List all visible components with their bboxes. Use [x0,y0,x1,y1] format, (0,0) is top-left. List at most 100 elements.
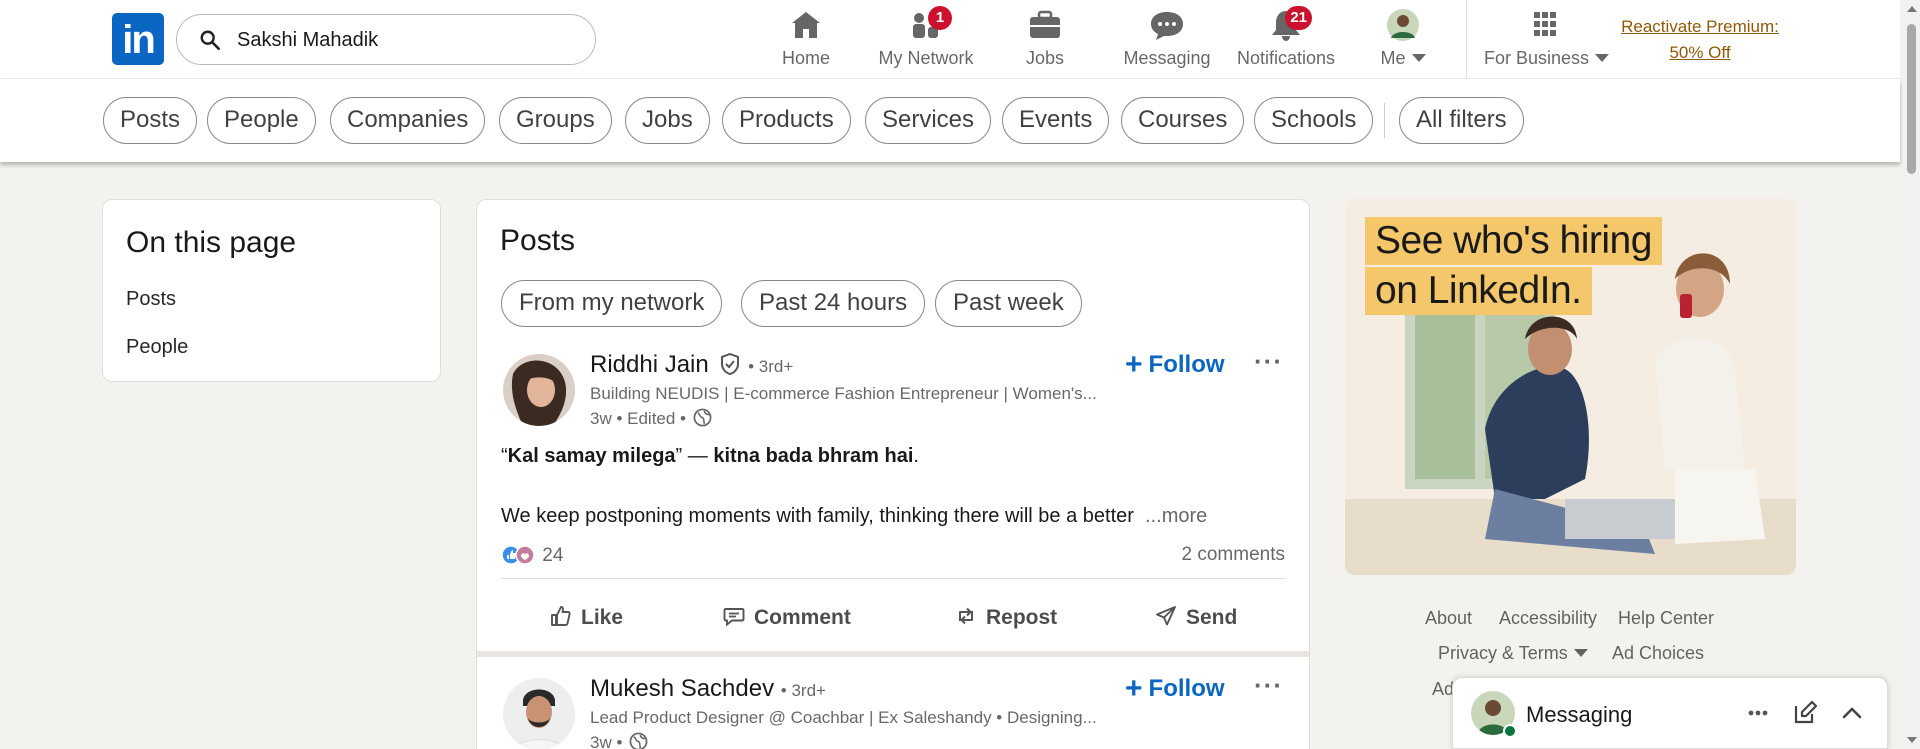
linkedin-logo[interactable]: in [112,13,164,65]
post-meta: 3w • Edited • [590,408,712,429]
network-icon: 1 [906,6,952,42]
notifications-badge: 21 [1285,6,1312,30]
ad-banner[interactable]: See who's hiring on LinkedIn. [1345,199,1796,575]
filter-jobs[interactable]: Jobs [625,97,710,144]
nav-my-network-label: My Network [878,48,974,68]
nav-messaging-label: Messaging [1123,48,1211,68]
online-status-indicator [1503,724,1517,738]
ad-headline-1: See who's hiring [1365,217,1662,265]
chevron-down-icon [1573,649,1588,657]
avatar [1383,8,1423,42]
nav-for-business-label: For Business [1484,48,1610,69]
post-more-options-icon[interactable]: ··· [1254,346,1283,377]
comment-icon [723,608,745,627]
post-degree: • 3rd+ [780,681,826,700]
subfilter-from-my-network[interactable]: From my network [501,280,723,327]
filter-services[interactable]: Services [865,97,992,144]
nav-divider [1466,0,1467,79]
like-button[interactable]: Like [549,604,623,630]
reactions-summary[interactable]: 24 [501,544,563,567]
home-icon [786,8,826,42]
subfilter-past-week[interactable]: Past week [935,280,1082,327]
reactivate-premium-link[interactable]: Reactivate Premium: 50% Off [1610,14,1790,66]
filter-divider [1384,103,1385,138]
filter-products[interactable]: Products [722,97,851,144]
nav-notifications-label: Notifications [1236,48,1336,68]
post-divider [501,578,1287,579]
messaging-icon [1147,8,1187,42]
nav-jobs[interactable]: Jobs [1022,8,1068,72]
nav-jobs-label: Jobs [1025,48,1065,68]
ad-headline-2: on LinkedIn. [1365,267,1592,315]
footer-help-center[interactable]: Help Center [1618,608,1714,629]
post-author-headline: Lead Product Designer @ Coachbar | Ex Sa… [590,708,1097,727]
on-this-page-title: On this page [126,226,297,259]
post-more-options-icon[interactable]: ··· [1254,670,1283,701]
compose-icon[interactable] [1790,698,1820,728]
bell-icon: 21 [1266,6,1312,42]
nav-home[interactable]: Home [773,8,839,72]
scrollbar-thumb[interactable] [1907,24,1916,174]
messaging-title: Messaging [1526,702,1633,727]
post-author-name[interactable]: Riddhi Jain • 3rd+ [590,351,793,379]
post-text-line-1: “Kal samay milega” — kitna bada bhram ha… [501,445,919,467]
toc-link-people[interactable]: People [126,336,188,359]
footer-ad-choices[interactable]: Ad Choices [1612,643,1704,664]
footer-accessibility[interactable]: Accessibility [1499,608,1597,629]
nav-notifications[interactable]: 21 Notifications [1235,6,1337,72]
global-nav: in Home 1 My Network [0,0,1900,79]
send-icon [1156,606,1176,626]
post-author-avatar[interactable] [503,354,575,426]
on-this-page-card: On this page Posts People [102,199,441,382]
like-icon [551,606,571,626]
scroll-down-arrow[interactable] [1907,737,1917,743]
follow-button[interactable]: + Follow [1125,348,1225,382]
post-author-avatar[interactable] [503,678,575,749]
footer-advertising[interactable]: Ad [1432,679,1454,700]
filter-events[interactable]: Events [1002,97,1110,144]
search-bar[interactable] [176,14,596,65]
post-degree: • 3rd+ [748,357,794,376]
see-more-link[interactable]: ...more [1145,505,1207,527]
nav-messaging[interactable]: Messaging [1121,8,1213,72]
filter-courses[interactable]: Courses [1121,97,1245,144]
plus-icon: + [1125,672,1143,705]
nav-me[interactable]: Me [1375,8,1431,72]
nav-my-network[interactable]: 1 My Network [874,6,978,72]
toc-link-posts[interactable]: Posts [126,288,176,311]
nav-for-business[interactable]: For Business [1484,8,1610,72]
chevron-up-icon[interactable] [1837,698,1867,728]
filter-all-filters[interactable]: All filters [1399,97,1524,144]
filter-schools[interactable]: Schools [1254,97,1374,144]
posts-title: Posts [500,224,576,257]
filter-people[interactable]: People [207,97,316,144]
follow-button[interactable]: + Follow [1125,672,1225,706]
posts-card: Posts From my network Past 24 hours Past… [476,199,1310,749]
send-button[interactable]: Send [1154,604,1237,630]
post-separator [477,651,1309,657]
search-icon [200,30,220,50]
page-scrollbar[interactable] [1903,0,1920,749]
globe-icon [629,732,648,749]
reaction-icons [501,545,535,565]
comment-button[interactable]: Comment [722,604,851,630]
messaging-more-icon[interactable] [1743,698,1773,728]
premium-line-1: Reactivate Premium: [1621,17,1779,36]
footer-privacy-terms[interactable]: Privacy & Terms [1438,643,1588,664]
scroll-up-arrow[interactable] [1907,6,1917,12]
chevron-down-icon [1595,54,1610,62]
search-filters-bar: Posts People Companies Groups Jobs Produ… [0,79,1900,162]
post-author-name[interactable]: Mukesh Sachdev • 3rd+ [590,675,826,703]
repost-button[interactable]: Repost [954,604,1057,630]
footer-about[interactable]: About [1425,608,1472,629]
filter-posts[interactable]: Posts [103,97,198,144]
comments-count[interactable]: 2 comments [1182,544,1285,566]
subfilter-past-24-hours[interactable]: Past 24 hours [741,280,926,327]
briefcase-icon [1025,8,1065,42]
filter-companies[interactable]: Companies [330,97,486,144]
filter-groups[interactable]: Groups [499,97,612,144]
nav-home-label: Home [781,48,830,68]
messaging-overlay[interactable]: Messaging [1452,677,1888,749]
reactions-count: 24 [542,545,564,566]
search-input[interactable] [237,25,577,55]
